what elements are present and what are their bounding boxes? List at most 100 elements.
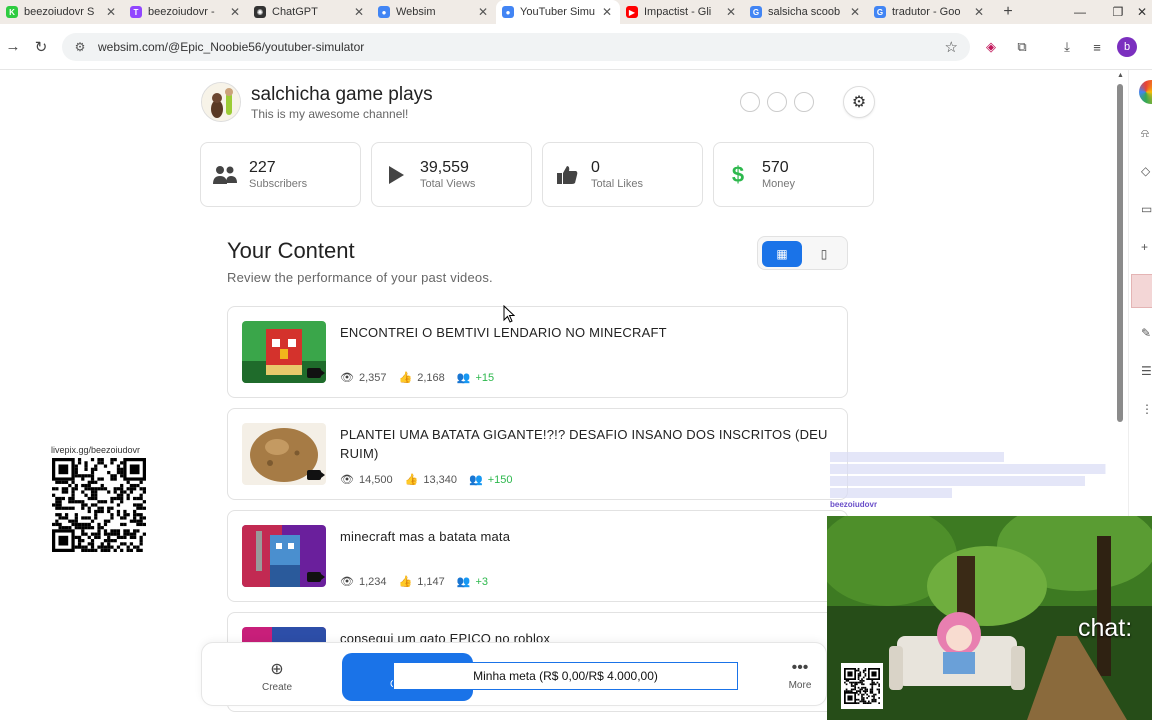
video-camera-icon: [307, 470, 325, 480]
tab-title: salsicha scoob: [768, 6, 841, 18]
scrollbar-thumb[interactable]: [1117, 84, 1123, 422]
media-control-icon[interactable]: ≡: [1086, 36, 1108, 58]
page: Kbeezoiudovr S ✕ Tbeezoiudovr - ✕ ✺ ChatGPT ✕ ●…: [0, 0, 1152, 720]
more-button[interactable]: ••• More: [770, 659, 830, 691]
tab-favicon-icon: ●: [502, 6, 514, 18]
video-card[interactable]: minecraft mas a batata mata 👁 1,234 👍 1,14…: [227, 510, 848, 602]
browser-tab[interactable]: ● YouTuber Simu ✕: [496, 0, 620, 24]
status-circle: [740, 92, 760, 112]
browser-tab-bar: Kbeezoiudovr S ✕ Tbeezoiudovr - ✕ ✺ ChatGPT ✕ ●…: [0, 0, 1152, 24]
chat-label: chat:: [1078, 614, 1133, 642]
tab-favicon-icon: G: [750, 6, 762, 18]
stat-label: Money: [762, 177, 796, 190]
stat-label: Subscribers: [249, 177, 308, 190]
reload-icon[interactable]: ↻: [28, 34, 54, 60]
browser-tab[interactable]: Gsalsicha scoob ✕: [744, 0, 868, 24]
site-info-icon[interactable]: ⚙: [72, 39, 88, 55]
channel-avatar[interactable]: [201, 82, 241, 122]
tab-close-icon[interactable]: ✕: [724, 5, 738, 19]
tab-title: Impactist - Gli: [644, 6, 712, 18]
mobile-view-icon[interactable]: ▯: [804, 241, 844, 267]
minimize-icon[interactable]: —: [1062, 0, 1098, 24]
tab-close-icon[interactable]: ✕: [476, 5, 490, 19]
create-label: Create: [261, 682, 292, 693]
video-subs: +150: [487, 473, 513, 486]
restore-icon[interactable]: ❐: [1100, 0, 1136, 24]
page-scrollbar[interactable]: ▲: [1114, 70, 1126, 430]
browser-tab[interactable]: ▶ Impactist - Gli ✕: [620, 0, 744, 24]
video-thumbnail: [242, 423, 326, 485]
content-subtitle: Review the performance of your past vide…: [227, 270, 493, 285]
list-icon[interactable]: ☰: [1141, 364, 1152, 378]
stat-label: Total Views: [420, 177, 476, 190]
chat-username: beezoiudovr: [830, 500, 878, 509]
mouse-cursor-icon: [503, 305, 515, 323]
video-thumbnail: [242, 321, 326, 383]
donation-goal-bar: Minha meta (R$ 0,00/R$ 4.000,00): [393, 662, 738, 690]
video-card[interactable]: ENCONTREI O BEMTIVI LENDARIO NO MINECRAF…: [227, 306, 848, 398]
profile-avatar[interactable]: b: [1117, 37, 1137, 57]
browser-side-panel: ⍾ ◇ ▭ + ✎ ☰ ⋮: [1128, 70, 1152, 516]
grid-view-icon[interactable]: ▦: [762, 241, 802, 267]
grip-icon[interactable]: ⋮: [1141, 402, 1152, 416]
tab-close-icon[interactable]: ✕: [352, 5, 366, 19]
download-icon[interactable]: ⤓: [1056, 36, 1078, 58]
tab-favicon-icon: ✺: [254, 6, 266, 18]
tab-close-icon[interactable]: ✕: [600, 5, 614, 19]
browser-tab[interactable]: ● Websim ✕: [372, 0, 496, 24]
video-subs: +3: [475, 575, 488, 588]
add-icon[interactable]: +: [1141, 240, 1148, 254]
qr-caption: livepix.gg/beezoiudovr: [51, 445, 141, 455]
donation-qr-overlay: livepix.gg/beezoiudovr: [44, 442, 154, 558]
browser-tab[interactable]: Gtradutor - Goo ✕: [868, 0, 992, 24]
video-card[interactable]: PLANTEI UMA BATATA GIGANTE!?!? DESAFIO I…: [227, 408, 848, 500]
address-bar[interactable]: ⚙ websim.com/@Epic_Noobie56/youtuber-sim…: [62, 33, 970, 61]
subscribers-icon: 👥: [456, 372, 471, 384]
status-circle: [767, 92, 787, 112]
create-button[interactable]: ⊕ Create: [247, 659, 307, 693]
video-views: 2,357: [358, 371, 387, 384]
gemini-icon[interactable]: [1139, 80, 1152, 104]
stat-card-views: 39,559 Total Views: [371, 142, 532, 207]
bell-icon[interactable]: ⍾: [1141, 126, 1149, 141]
tab-title: YouTuber Simu: [520, 6, 596, 18]
video-subs: +15: [475, 371, 495, 384]
tab-title: tradutor - Goo: [892, 6, 961, 18]
video-stats: 👁 14,500 👍 13,340 👥 +150: [340, 473, 513, 487]
eye-icon: 👁: [340, 576, 354, 588]
video-stats: 👁 2,357 👍 2,168 👥 +15: [340, 371, 495, 385]
tab-close-icon[interactable]: ✕: [972, 5, 986, 19]
tab-close-icon[interactable]: ✕: [848, 5, 862, 19]
subscribers-icon: 👥: [468, 474, 483, 486]
browser-tab[interactable]: Kbeezoiudovr S ✕: [0, 0, 124, 24]
webcam-qr-code-icon: [841, 663, 883, 709]
edit-icon[interactable]: ✎: [1141, 326, 1151, 340]
video-title: ENCONTREI O BEMTIVI LENDARIO NO MINECRAF…: [340, 325, 667, 340]
browser-tab[interactable]: Tbeezoiudovr - ✕: [124, 0, 248, 24]
tab-favicon-icon: G: [874, 6, 886, 18]
play-icon: [372, 165, 420, 185]
side-thumbnail[interactable]: [1131, 274, 1152, 308]
new-tab-button[interactable]: +: [996, 3, 1020, 21]
settings-gear-icon[interactable]: ⚙: [843, 86, 875, 118]
users-icon: [201, 165, 249, 185]
tab-close-icon[interactable]: ✕: [104, 5, 118, 19]
video-thumbnail: [242, 525, 326, 587]
tab-favicon-icon: ▶: [626, 6, 638, 18]
back-icon[interactable]: →: [0, 34, 26, 60]
tab-favicon-icon: K: [6, 6, 18, 18]
tab-title: beezoiudovr S: [24, 6, 95, 18]
thumbs-up-icon: [543, 165, 591, 185]
extensions-puzzle-icon[interactable]: ⧉: [1011, 36, 1033, 58]
bookmark-star-icon[interactable]: ☆: [945, 38, 958, 56]
tab-title: beezoiudovr -: [148, 6, 215, 18]
browser-tab[interactable]: ✺ ChatGPT ✕: [248, 0, 372, 24]
status-circle: [794, 92, 814, 112]
video-stats: 👁 1,234 👍 1,147 👥 +3: [340, 575, 488, 589]
tab-close-icon[interactable]: ✕: [228, 5, 242, 19]
notes-icon[interactable]: ▭: [1141, 202, 1152, 216]
close-window-icon[interactable]: ✕: [1132, 0, 1152, 24]
channel-name: salchicha game plays: [251, 84, 433, 105]
extension-shield-icon[interactable]: ◈: [980, 36, 1002, 58]
tag-icon[interactable]: ◇: [1141, 164, 1150, 178]
